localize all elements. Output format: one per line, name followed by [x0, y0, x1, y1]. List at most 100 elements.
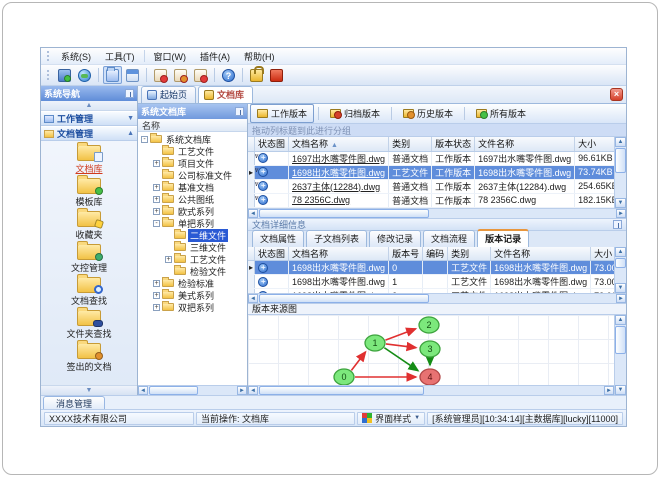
sidebar-section-work[interactable]: 工作管理 ▼ — [41, 111, 137, 126]
mail-remove-button[interactable] — [191, 66, 210, 84]
detail-tab-子文档列表[interactable]: 子文档列表 — [306, 229, 368, 247]
scroll-right-icon[interactable]: ► — [616, 293, 626, 303]
mail-button[interactable] — [151, 66, 170, 84]
menu-item[interactable]: 帮助(H) — [237, 49, 282, 64]
menu-item[interactable]: 窗口(W) — [147, 49, 194, 64]
version-graph-canvas[interactable]: 0 1 2 3 4 — [248, 315, 614, 386]
button-所有版本[interactable]: 所有版本 — [469, 104, 533, 123]
column-header-版本状态[interactable]: 版本状态 — [431, 137, 476, 152]
main-grid-vscrollbar[interactable]: ▲ ▼ — [614, 137, 626, 208]
column-header-状态图[interactable]: 状态图 — [254, 137, 290, 152]
scroll-thumb[interactable] — [259, 208, 430, 218]
scroll-thumb[interactable] — [615, 257, 626, 268]
scroll-thumb[interactable] — [615, 325, 626, 354]
expand-icon[interactable]: + — [153, 159, 160, 167]
detail-grid-vscrollbar[interactable]: ▲ ▼ — [614, 246, 626, 293]
menubar-grip[interactable] — [46, 50, 51, 62]
menu-item[interactable]: 工具(T) — [98, 49, 142, 64]
tree-node[interactable]: + 基准文档 — [138, 181, 247, 193]
tree-node[interactable]: 公司标准文件 — [138, 169, 247, 181]
ui-style-dropdown[interactable]: 界面样式 ▼ — [357, 411, 426, 425]
column-header-类别[interactable]: 类别 — [388, 137, 433, 152]
graph-hscrollbar[interactable]: ◄ ► — [248, 385, 614, 395]
column-header-文件名称[interactable]: 文件名称 — [490, 246, 592, 261]
scroll-thumb[interactable] — [259, 386, 424, 395]
detail-tab-文档流程[interactable]: 文档流程 — [423, 229, 476, 247]
detail-tab-修改记录[interactable]: 修改记录 — [369, 229, 422, 247]
lock-button[interactable] — [247, 65, 266, 84]
tree-column-header[interactable]: 名称 — [138, 119, 247, 132]
column-header-文档名称[interactable]: 文档名称 — [288, 246, 390, 261]
tree-node[interactable]: + 工艺文件 — [138, 253, 247, 265]
expand-icon[interactable]: + — [153, 291, 160, 299]
detail-tab-文档属性[interactable]: 文档属性 — [252, 229, 305, 247]
tree-node[interactable]: + 公共图纸 — [138, 193, 247, 205]
sidebar-item-1[interactable]: 文档库 — [41, 142, 137, 175]
main-grid-hscrollbar[interactable]: ◄ ► — [248, 207, 626, 218]
scroll-up-icon[interactable]: ▲ — [615, 246, 626, 257]
tab-文档库[interactable]: 文档库 — [198, 86, 254, 103]
pin-icon[interactable] — [125, 89, 134, 98]
table-row[interactable]: 2637主体(12284).dwg普通文档工作版本2637主体(12284).d… — [248, 179, 614, 194]
close-icon[interactable]: × — [610, 88, 623, 101]
scroll-left-icon[interactable]: ◄ — [138, 386, 148, 395]
window-layout-button[interactable] — [123, 66, 142, 84]
scroll-left-icon[interactable]: ◄ — [248, 208, 258, 218]
column-header-大小[interactable]: 大小 — [574, 137, 614, 152]
mail-alert-button[interactable] — [171, 66, 190, 84]
sidebar-item-6[interactable]: 文件夹查找 — [41, 307, 137, 340]
table-row[interactable]: ▸1698出水嘴零件图.dwg0工艺文件1698出水嘴零件图.dwg73.00K… — [248, 260, 614, 275]
help-button[interactable]: ? — [219, 66, 238, 84]
tree-node[interactable]: + 美式系列 — [138, 289, 247, 301]
expand-icon[interactable]: + — [153, 279, 160, 287]
scroll-up-icon[interactable]: ▲ — [615, 314, 626, 325]
tree-hscrollbar[interactable]: ◄ ► — [138, 385, 247, 395]
scroll-right-icon[interactable]: ► — [237, 386, 247, 395]
collapse-icon[interactable]: - — [141, 135, 148, 143]
scroll-thumb[interactable] — [615, 148, 626, 173]
power-button[interactable] — [267, 66, 286, 84]
table-row[interactable]: 1697出水嘴零件图.dwg普通文档工作版本1697出水嘴零件图.dwg96.6… — [248, 151, 614, 166]
table-row[interactable]: 1698出水嘴零件图.dwg1工艺文件1698出水嘴零件图.dwg73.00KB… — [248, 274, 614, 289]
sidebar-item-4[interactable]: 文控管理 — [41, 241, 137, 274]
tree-node[interactable]: + 项目文件 — [138, 157, 247, 169]
tree-node[interactable]: 二维文件 — [138, 228, 247, 242]
workspace-button[interactable] — [55, 66, 74, 84]
tree-node[interactable]: - 系统文档库 — [138, 133, 247, 145]
collapse-icon[interactable]: - — [153, 219, 160, 227]
scroll-down-icon[interactable]: ▼ — [615, 385, 626, 395]
tree-node[interactable]: 三维文件 — [138, 241, 247, 253]
tree-node[interactable]: - 单把系列 — [138, 217, 247, 229]
expand-icon[interactable]: + — [165, 255, 172, 263]
pin-icon[interactable] — [235, 107, 244, 116]
globe-button[interactable] — [75, 66, 94, 84]
scroll-right-icon[interactable]: ► — [604, 386, 614, 395]
menu-item[interactable]: 系统(S) — [54, 49, 98, 64]
button-归档版本[interactable]: 归档版本 — [323, 104, 387, 123]
tree-node[interactable]: 检验文件 — [138, 265, 247, 277]
sidebar-item-7[interactable]: 签出的文档 — [41, 340, 137, 373]
tab-起始页[interactable]: 起始页 — [141, 86, 197, 103]
scroll-right-icon[interactable]: ► — [616, 208, 626, 218]
scroll-down-icon[interactable]: ▼ — [615, 282, 626, 293]
sidebar-collapse-up[interactable]: ▲ — [41, 101, 137, 111]
scroll-thumb[interactable] — [149, 386, 199, 395]
tree-node[interactable]: + 双把系列 — [138, 301, 247, 313]
button-工作版本[interactable]: 工作版本 — [250, 104, 315, 123]
tree-node[interactable]: + 欧式系列 — [138, 205, 247, 217]
column-header-文件名称[interactable]: 文件名称 — [474, 137, 576, 152]
column-header-状态图[interactable]: 状态图 — [254, 246, 290, 261]
expand-icon[interactable]: + — [153, 183, 160, 191]
column-header-大小[interactable]: 大小 — [590, 246, 614, 261]
menu-item[interactable]: 插件(A) — [193, 49, 237, 64]
button-历史版本[interactable]: 历史版本 — [396, 104, 460, 123]
table-row[interactable]: ▸1698出水嘴零件图.dwg工艺文件工作版本1698出水嘴零件图.dwg73.… — [248, 165, 614, 180]
sidebar-item-5[interactable]: 文档查找 — [41, 274, 137, 307]
detail-tab-版本记录[interactable]: 版本记录 — [477, 228, 530, 247]
tree-node[interactable]: 工艺文件 — [138, 145, 247, 157]
column-header-版本号[interactable]: 版本号 — [388, 246, 424, 261]
expand-icon[interactable]: + — [153, 207, 160, 215]
expand-icon[interactable]: + — [153, 303, 160, 311]
pin-icon[interactable] — [613, 219, 622, 229]
expand-icon[interactable]: + — [153, 195, 160, 203]
